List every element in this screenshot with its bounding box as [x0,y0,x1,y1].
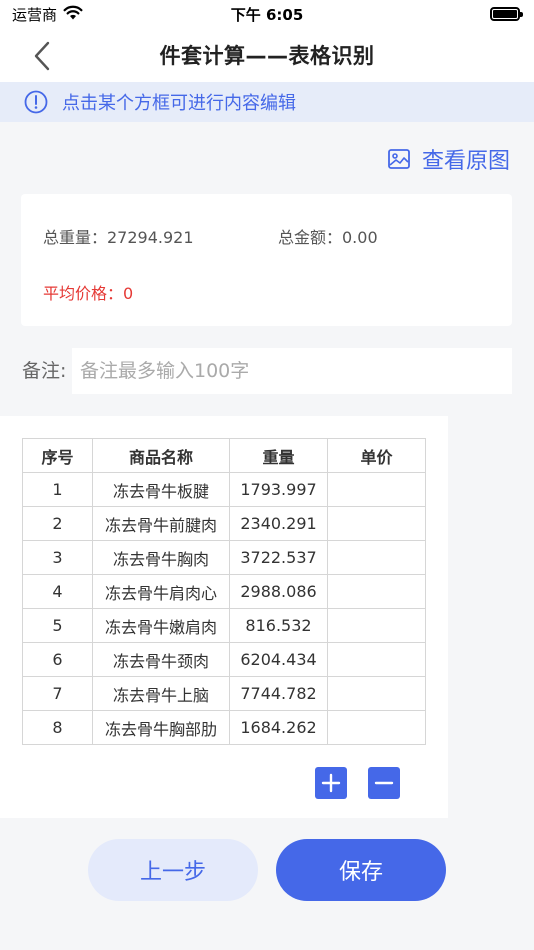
cell-no[interactable]: 2 [22,506,93,541]
cell-price[interactable] [327,642,426,677]
view-original-label: 查看原图 [421,149,510,174]
save-button[interactable]: 保存 [276,839,446,901]
info-icon [24,90,48,114]
table-row: 3 冻去骨牛胸肉 3722.537 [22,540,426,575]
table-row: 6 冻去骨牛颈肉 6204.434 [22,642,426,677]
table-row: 2 冻去骨牛前腱肉 2340.291 [22,506,426,541]
back-chevron-icon [34,41,50,71]
table-row: 4 冻去骨牛肩肉心 2988.086 [22,574,426,609]
cell-price[interactable] [327,676,426,711]
header-no: 序号 [22,438,93,473]
cell-no[interactable]: 8 [22,710,93,745]
cell-price[interactable] [327,710,426,745]
remark-label: 备注: [22,360,67,382]
table-row: 7 冻去骨牛上脑 7744.782 [22,676,426,711]
cell-weight[interactable]: 3722.537 [229,540,328,575]
average-price: 平均价格：0 [43,284,134,303]
cell-name[interactable]: 冻去骨牛肩肉心 [92,574,230,609]
cell-no[interactable]: 1 [22,472,93,507]
cell-weight[interactable]: 816.532 [229,608,328,643]
cell-no[interactable]: 3 [22,540,93,575]
cell-weight[interactable]: 1793.997 [229,472,328,507]
total-amount: 总金额：0.00 [278,228,378,247]
cell-name[interactable]: 冻去骨牛前腱肉 [92,506,230,541]
cell-no[interactable]: 4 [22,574,93,609]
battery-icon [490,7,523,21]
view-original-button[interactable]: 查看原图 [388,142,510,176]
header-name: 商品名称 [92,438,230,473]
status-left: 运营商 [12,4,83,25]
cell-no[interactable]: 6 [22,642,93,677]
table-header-row: 序号 商品名称 重量 单价 [22,438,426,473]
remove-row-button[interactable] [368,767,400,799]
cell-name[interactable]: 冻去骨牛板腱 [92,472,230,507]
total-weight: 总重量：27294.921 [43,228,194,247]
goods-table: 序号 商品名称 重量 单价 1 冻去骨牛板腱 1793.997 2 冻去骨牛前腱… [22,438,426,745]
cell-weight[interactable]: 1684.262 [229,710,328,745]
battery-level [493,10,517,18]
cell-no[interactable]: 7 [22,676,93,711]
prev-step-button[interactable]: 上一步 [88,839,258,901]
remark-input[interactable] [72,348,512,394]
cell-price[interactable] [327,540,426,575]
cell-price[interactable] [327,506,426,541]
table-row: 8 冻去骨牛胸部肋 1684.262 [22,710,426,745]
table-row: 1 冻去骨牛板腱 1793.997 [22,472,426,507]
cell-price[interactable] [327,472,426,507]
cell-name[interactable]: 冻去骨牛嫩肩肉 [92,608,230,643]
add-row-button[interactable] [315,767,347,799]
page-title: 件套计算——表格识别 [159,44,375,68]
plus-icon [321,773,341,793]
tip-banner: 点击某个方框可进行内容编辑 [0,82,534,122]
status-bar: 运营商 下午 6:05 [0,0,534,28]
minus-icon [374,781,394,785]
cell-price[interactable] [327,608,426,643]
table-row: 5 冻去骨牛嫩肩肉 816.532 [22,608,426,643]
carrier-name: 运营商 [12,5,58,24]
cell-name[interactable]: 冻去骨牛颈肉 [92,642,230,677]
cell-name[interactable]: 冻去骨牛上脑 [92,676,230,711]
summary-card: 总重量：27294.921 总金额：0.00 平均价格：0 [21,194,512,326]
cell-weight[interactable]: 7744.782 [229,676,328,711]
image-icon [388,149,410,169]
cell-name[interactable]: 冻去骨牛胸肉 [92,540,230,575]
cell-price[interactable] [327,574,426,609]
header-weight: 重量 [229,438,328,473]
nav-bar: 件套计算——表格识别 [0,28,534,82]
wifi-icon [63,5,83,24]
header-price: 单价 [327,438,426,473]
table-panel: 序号 商品名称 重量 单价 1 冻去骨牛板腱 1793.997 2 冻去骨牛前腱… [0,416,448,818]
back-button[interactable] [24,38,60,74]
cell-weight[interactable]: 2988.086 [229,574,328,609]
tip-text: 点击某个方框可进行内容编辑 [62,93,296,114]
cell-name[interactable]: 冻去骨牛胸部肋 [92,710,230,745]
cell-weight[interactable]: 2340.291 [229,506,328,541]
cell-weight[interactable]: 6204.434 [229,642,328,677]
cell-no[interactable]: 5 [22,608,93,643]
